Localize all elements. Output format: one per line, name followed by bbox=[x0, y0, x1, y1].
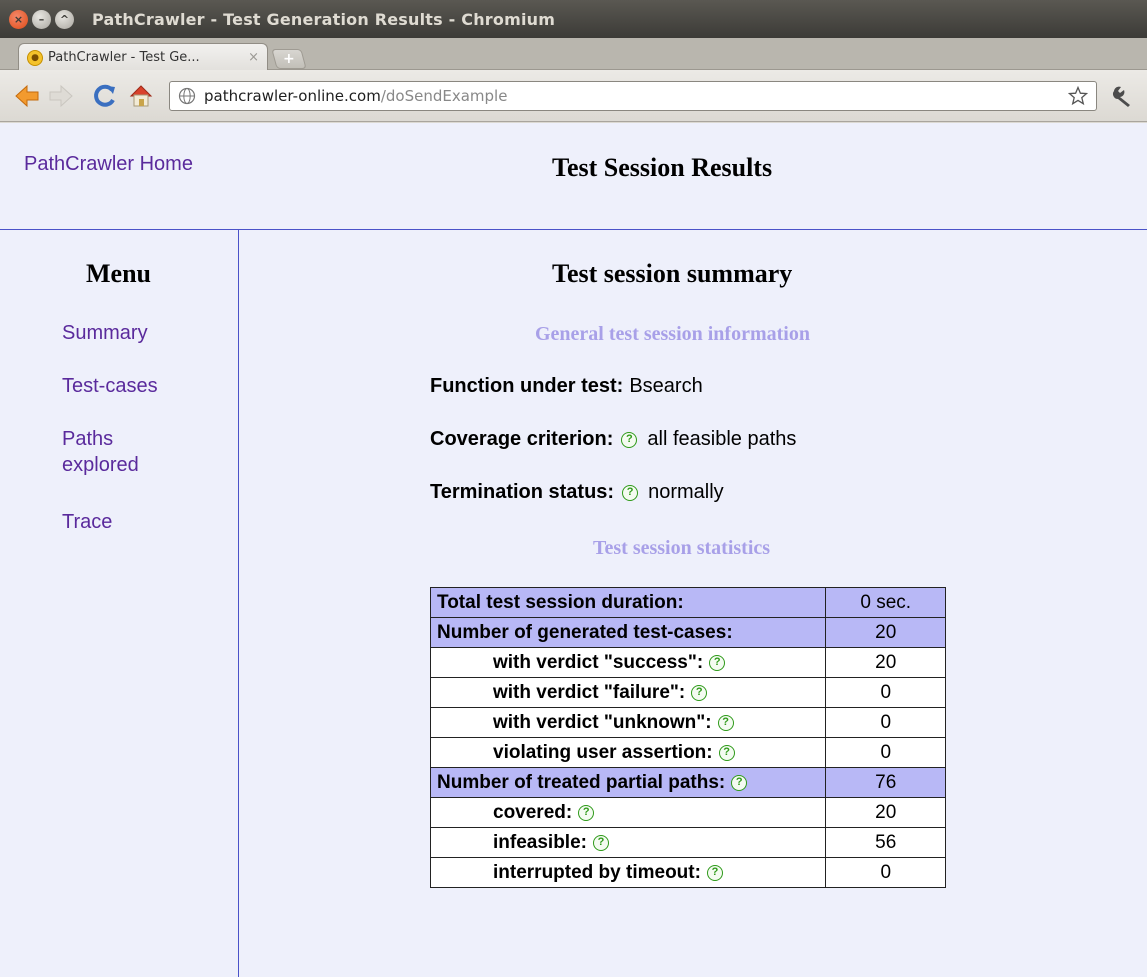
statistics-heading: Test session statistics bbox=[593, 537, 771, 559]
plus-icon: + bbox=[283, 51, 295, 67]
stat-label: Number of treated partial paths: bbox=[437, 771, 726, 793]
coverage-value: all feasible paths bbox=[647, 428, 797, 450]
function-under-test: Function under test: Bsearch bbox=[430, 375, 703, 398]
coverage-label: Coverage criterion: bbox=[430, 428, 614, 450]
wrench-icon[interactable] bbox=[1110, 84, 1134, 108]
tab-title: PathCrawler - Test Ge... bbox=[48, 50, 200, 65]
help-icon[interactable]: ? bbox=[578, 804, 595, 821]
table-row: Number of generated test-cases: 20 bbox=[429, 617, 946, 648]
bookmark-star-icon[interactable] bbox=[1068, 86, 1088, 106]
function-label: Function under test: bbox=[430, 375, 624, 397]
termination-label: Termination status: bbox=[430, 481, 615, 503]
table-row: interrupted by timeout:? 0 bbox=[429, 857, 946, 888]
help-icon[interactable]: ? bbox=[592, 834, 609, 851]
stat-label-cell: violating user assertion:? bbox=[429, 737, 827, 768]
coverage-criterion: Coverage criterion: ? all feasible paths bbox=[430, 428, 796, 451]
table-row: Total test session duration: 0 sec. bbox=[429, 587, 946, 618]
globe-icon bbox=[178, 87, 196, 105]
stat-value: 56 bbox=[825, 827, 946, 858]
stat-label: interrupted by timeout: bbox=[493, 861, 701, 883]
table-row: covered:? 20 bbox=[429, 797, 946, 828]
window-minimize-button[interactable]: – bbox=[32, 9, 51, 29]
stat-label: Number of generated test-cases: bbox=[429, 617, 827, 648]
pathcrawler-home-link[interactable]: PathCrawler Home bbox=[24, 153, 193, 176]
back-arrow-icon[interactable] bbox=[14, 83, 40, 109]
stat-value: 20 bbox=[825, 797, 946, 828]
stat-label: with verdict "unknown": bbox=[493, 711, 712, 733]
stat-label: Total test session duration: bbox=[429, 587, 827, 618]
reload-icon[interactable] bbox=[92, 83, 118, 109]
stat-value: 0 sec. bbox=[825, 587, 946, 618]
statistics-table: Total test session duration: 0 sec. Numb… bbox=[429, 587, 946, 888]
stat-label: infeasible: bbox=[493, 831, 587, 853]
home-icon[interactable] bbox=[128, 83, 154, 109]
browser-tab[interactable]: ● PathCrawler - Test Ge... × bbox=[18, 43, 268, 71]
stat-label-cell: with verdict "failure":? bbox=[429, 677, 827, 708]
stat-label-cell: infeasible:? bbox=[429, 827, 827, 858]
help-icon[interactable]: ? bbox=[691, 684, 708, 701]
table-row: Number of treated partial paths:? 76 bbox=[429, 767, 946, 798]
page-title: Test Session Results bbox=[552, 153, 773, 182]
stat-label: with verdict "success": bbox=[493, 651, 704, 673]
summary-title: Test session summary bbox=[552, 259, 793, 288]
browser-toolbar: pathcrawler-online.com/doSendExample bbox=[0, 70, 1147, 122]
help-icon[interactable]: ? bbox=[621, 431, 638, 448]
window-controls: × – ^ bbox=[9, 9, 74, 29]
help-icon[interactable]: ? bbox=[709, 654, 726, 671]
window-titlebar: × – ^ PathCrawler - Test Generation Resu… bbox=[0, 0, 1147, 38]
menu-item-summary[interactable]: Summary bbox=[62, 320, 148, 346]
table-row: with verdict "success":? 20 bbox=[429, 647, 946, 678]
tab-strip: ● PathCrawler - Test Ge... × + bbox=[0, 38, 1147, 71]
pathcrawler-favicon-icon: ● bbox=[27, 49, 43, 66]
stat-value: 0 bbox=[825, 857, 946, 888]
stat-label-cell: with verdict "success":? bbox=[429, 647, 827, 678]
menu-title: Menu bbox=[86, 259, 151, 288]
tab-close-icon[interactable]: × bbox=[248, 50, 259, 65]
web-page: PathCrawler Home Test Session Results Me… bbox=[0, 123, 1147, 977]
stat-value: 76 bbox=[825, 767, 946, 798]
stat-label-cell: with verdict "unknown":? bbox=[429, 707, 827, 738]
address-bar[interactable]: pathcrawler-online.com/doSendExample bbox=[169, 81, 1097, 111]
help-icon[interactable]: ? bbox=[622, 484, 639, 501]
window-close-button[interactable]: × bbox=[9, 9, 28, 29]
stat-label: with verdict "failure": bbox=[493, 681, 686, 703]
table-row: with verdict "failure":? 0 bbox=[429, 677, 946, 708]
table-row: infeasible:? 56 bbox=[429, 827, 946, 858]
url-host: pathcrawler-online.com bbox=[204, 87, 381, 105]
help-icon[interactable]: ? bbox=[731, 774, 748, 791]
function-value: Bsearch bbox=[629, 375, 703, 397]
stat-label: violating user assertion: bbox=[493, 741, 713, 763]
stat-label-cell: interrupted by timeout:? bbox=[429, 857, 827, 888]
window-title: PathCrawler - Test Generation Results - … bbox=[92, 9, 556, 29]
general-info-heading: General test session information bbox=[535, 323, 810, 345]
header-divider bbox=[0, 229, 1147, 230]
menu-item-paths-explored[interactable]: Paths explored bbox=[62, 426, 172, 478]
window-maximize-button[interactable]: ^ bbox=[55, 9, 74, 29]
stat-value: 20 bbox=[825, 647, 946, 678]
sidebar-divider bbox=[238, 230, 239, 977]
url-path: /doSendExample bbox=[380, 87, 508, 105]
stat-label-cell: Number of treated partial paths:? bbox=[429, 767, 827, 798]
stat-value: 20 bbox=[825, 617, 946, 648]
help-icon[interactable]: ? bbox=[717, 714, 734, 731]
table-row: violating user assertion:? 0 bbox=[429, 737, 946, 768]
menu-item-test-cases[interactable]: Test-cases bbox=[62, 373, 158, 399]
stat-label-cell: covered:? bbox=[429, 797, 827, 828]
stat-value: 0 bbox=[825, 677, 946, 708]
termination-value: normally bbox=[648, 481, 724, 503]
stat-label: covered: bbox=[493, 801, 573, 823]
table-row: with verdict "unknown":? 0 bbox=[429, 707, 946, 738]
help-icon[interactable]: ? bbox=[718, 744, 735, 761]
stat-value: 0 bbox=[825, 737, 946, 768]
termination-status: Termination status: ? normally bbox=[430, 481, 724, 504]
stat-value: 0 bbox=[825, 707, 946, 738]
forward-arrow-icon[interactable] bbox=[48, 83, 74, 109]
menu-item-trace[interactable]: Trace bbox=[62, 509, 112, 535]
help-icon[interactable]: ? bbox=[706, 864, 723, 881]
new-tab-button[interactable]: + bbox=[271, 49, 307, 69]
